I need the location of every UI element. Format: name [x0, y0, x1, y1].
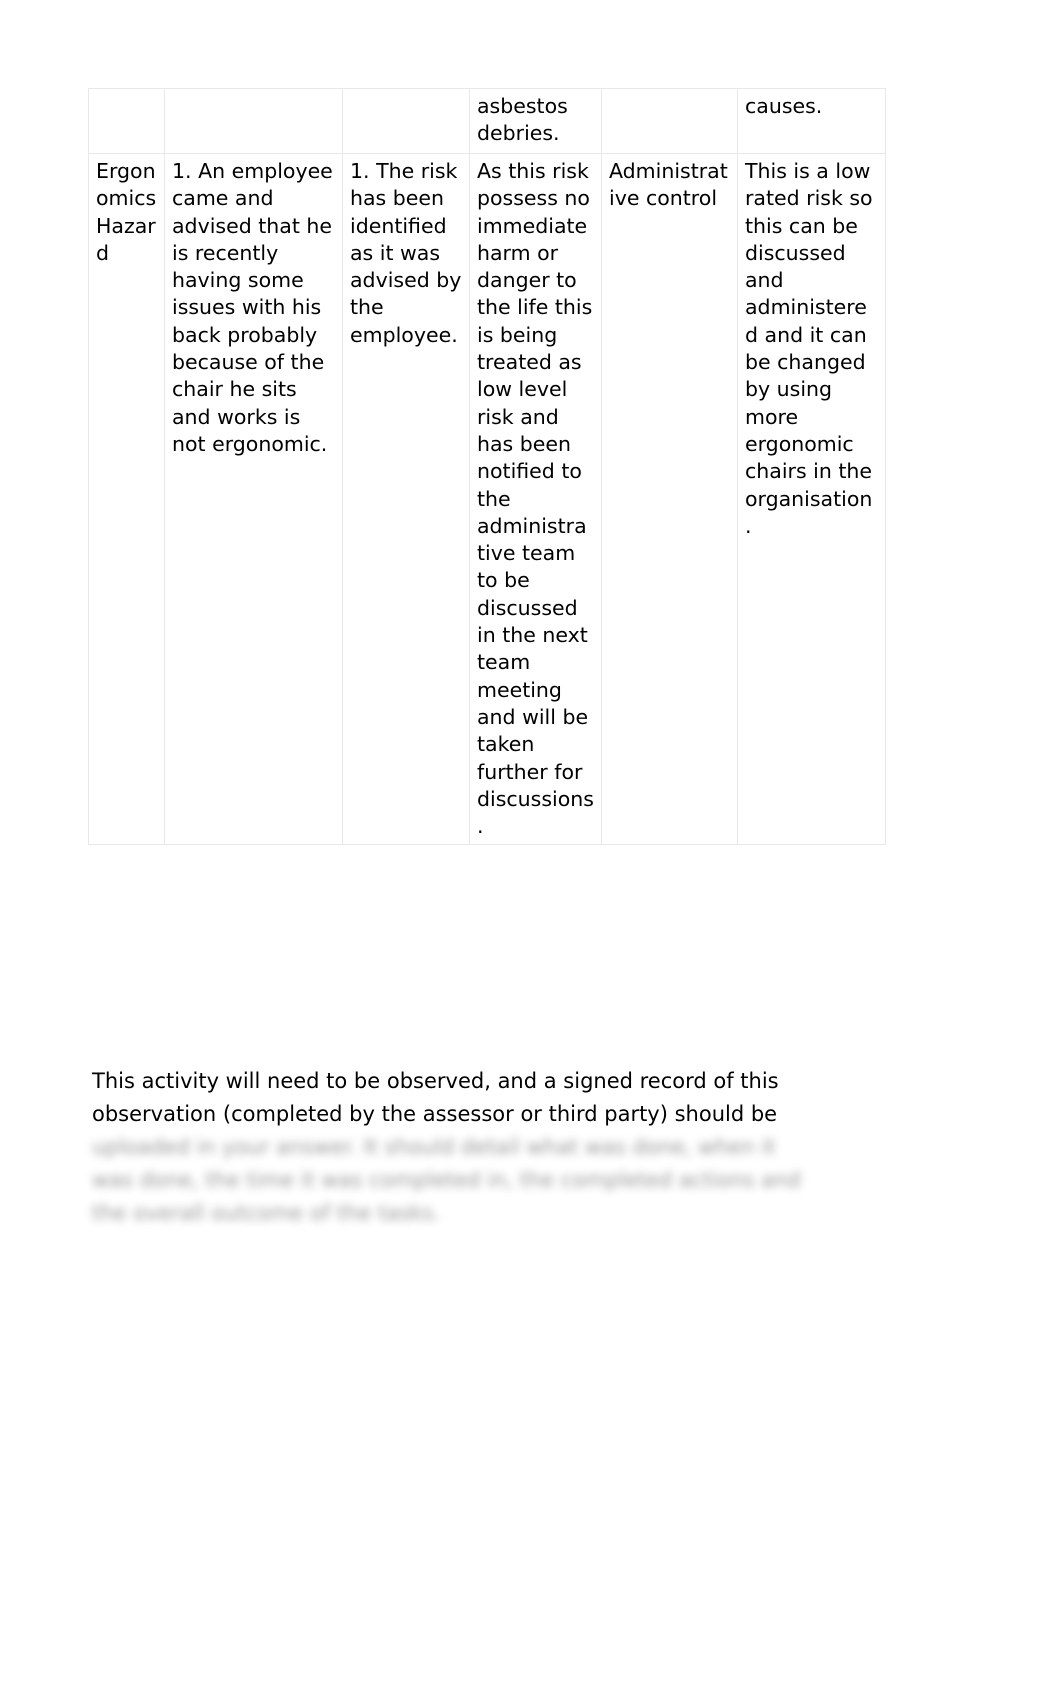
table-cell-hazard-description	[164, 88, 343, 154]
table-cell-risk-identification	[342, 88, 470, 154]
table-cell-recommendation: causes.	[737, 88, 886, 154]
table-row: Ergonomics Hazard 1. An employee came an…	[88, 152, 886, 846]
table-cell-hazard-type	[88, 88, 165, 154]
table-cell-hazard-type: Ergonomics Hazard	[88, 152, 165, 846]
paragraph-line-blurred: uploaded in your answer. It should detai…	[92, 1135, 776, 1159]
table-row: asbestos debries. causes.	[88, 88, 886, 154]
table-cell-risk-evaluation: As this risk possess no immediate harm o…	[469, 152, 602, 846]
observation-instruction-paragraph: This activity will need to be observed, …	[92, 1065, 874, 1230]
paragraph-line: This activity will need to be observed, …	[92, 1069, 779, 1093]
table-cell-risk-evaluation: asbestos debries.	[469, 88, 602, 154]
table-cell-recommendation: This is a low rated risk so this can be …	[737, 152, 886, 846]
paragraph-line-blurred: the overall outcome of the tasks.	[92, 1201, 440, 1225]
table-cell-control-measure: Administrative control	[601, 152, 738, 846]
document-page: asbestos debries. causes. Ergonomics Haz…	[0, 0, 1062, 1686]
table-cell-hazard-description: 1. An employee came and advised that he …	[164, 152, 343, 846]
table-cell-control-measure	[601, 88, 738, 154]
paragraph-line-blurred: was done, the time it was completed in, …	[92, 1168, 801, 1192]
table-cell-risk-identification: 1. The risk has been identified as it wa…	[342, 152, 470, 846]
risk-assessment-table: asbestos debries. causes. Ergonomics Haz…	[88, 88, 886, 846]
risk-assessment-table-container: asbestos debries. causes. Ergonomics Haz…	[88, 88, 886, 846]
paragraph-line: observation (completed by the assessor o…	[92, 1102, 778, 1126]
